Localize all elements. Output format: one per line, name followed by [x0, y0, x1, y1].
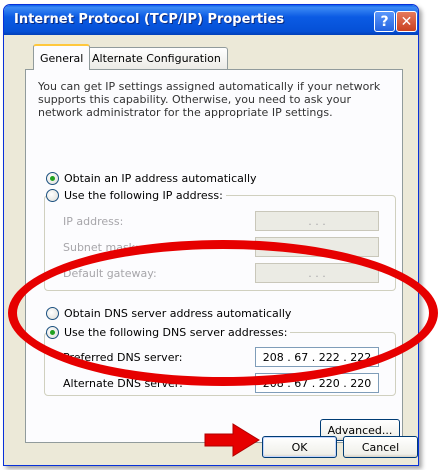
dns-auto-radio[interactable]: [46, 307, 59, 320]
ip-address-group: IP address: . . . Subnet mask: . . . Def…: [44, 195, 396, 291]
ip-auto-option[interactable]: Obtain an IP address automatically: [46, 172, 260, 185]
ip-address-input[interactable]: . . .: [255, 211, 379, 231]
preferred-dns-input[interactable]: 208 . 67 . 222 . 222: [255, 347, 379, 367]
tab-alternate-configuration[interactable]: Alternate Configuration: [85, 47, 228, 69]
properties-dialog: Internet Protocol (TCP/IP) Properties ? …: [3, 4, 419, 466]
ip-auto-radio[interactable]: [46, 172, 59, 185]
subnet-mask-input[interactable]: . . .: [255, 237, 379, 257]
dns-manual-radio[interactable]: [46, 326, 59, 339]
ip-address-value: . . .: [308, 214, 326, 228]
ip-manual-label: Use the following IP address:: [64, 189, 223, 202]
close-button[interactable]: ✕: [396, 11, 417, 32]
ip-auto-label: Obtain an IP address automatically: [64, 172, 257, 185]
dns-manual-label: Use the following DNS server addresses:: [64, 326, 288, 339]
ip-address-label: IP address:: [63, 215, 124, 228]
ip-manual-radio[interactable]: [46, 189, 59, 202]
tab-general[interactable]: General: [33, 44, 91, 70]
advanced-button-label: Advanced...: [327, 423, 393, 437]
intro-text: You can get IP settings assigned automat…: [38, 80, 381, 119]
dns-auto-option[interactable]: Obtain DNS server address automatically: [46, 307, 295, 320]
help-button[interactable]: ?: [374, 11, 395, 32]
cancel-button[interactable]: Cancel: [343, 436, 418, 458]
title-bar: Internet Protocol (TCP/IP) Properties ? …: [4, 5, 418, 35]
window-title: Internet Protocol (TCP/IP) Properties: [14, 12, 285, 27]
default-gateway-label: Default gateway:: [63, 267, 157, 280]
default-gateway-input[interactable]: . . .: [255, 263, 379, 283]
cancel-button-label: Cancel: [361, 440, 400, 454]
alternate-dns-value: 208 . 67 . 220 . 220: [262, 376, 372, 390]
dns-manual-option[interactable]: Use the following DNS server addresses:: [46, 326, 291, 339]
ok-button-label: OK: [291, 440, 308, 454]
preferred-dns-value: 208 . 67 . 222 . 222: [262, 350, 372, 364]
help-icon: ?: [380, 13, 389, 30]
default-gateway-value: . . .: [308, 266, 326, 280]
preferred-dns-label: Preferred DNS server:: [63, 351, 183, 364]
subnet-mask-label: Subnet mask:: [63, 241, 139, 254]
tab-alternate-configuration-label: Alternate Configuration: [92, 52, 221, 65]
red-arrow-annotation: [204, 423, 260, 457]
tab-general-label: General: [40, 51, 84, 65]
alternate-dns-label: Alternate DNS server:: [63, 377, 183, 390]
close-icon: ✕: [400, 13, 413, 30]
dns-server-group: Preferred DNS server: 208 . 67 . 222 . 2…: [44, 332, 396, 396]
general-tab-panel: You can get IP settings assigned automat…: [25, 69, 403, 443]
subnet-mask-value: . . .: [308, 240, 326, 254]
dns-auto-label: Obtain DNS server address automatically: [64, 307, 292, 320]
alternate-dns-input[interactable]: 208 . 67 . 220 . 220: [255, 373, 379, 393]
dialog-body: General Alternate Configuration You can …: [7, 35, 418, 463]
ip-manual-option[interactable]: Use the following IP address:: [46, 189, 226, 202]
ok-button[interactable]: OK: [262, 436, 337, 458]
